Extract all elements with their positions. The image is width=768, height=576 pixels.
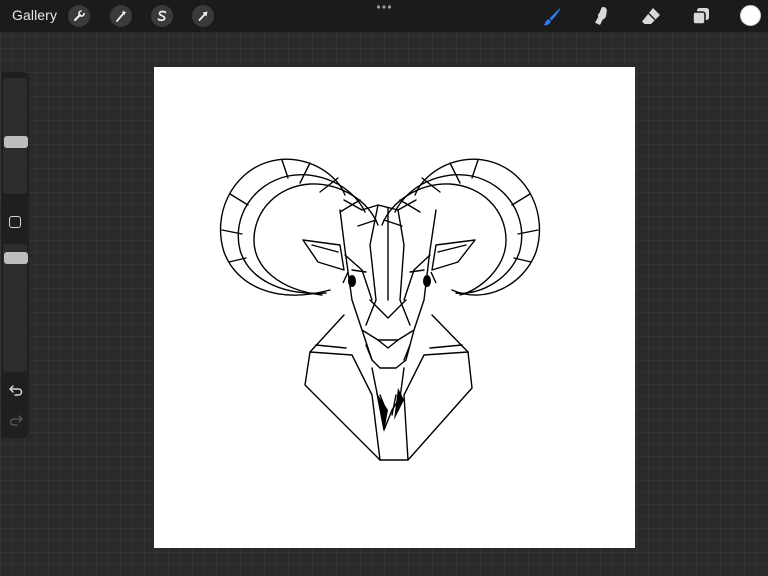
transform-button[interactable] [192,5,214,27]
redo-arrow-icon[interactable] [8,413,24,427]
drawing-canvas[interactable] [154,67,635,548]
wrench-icon [74,10,85,21]
more-dots-icon[interactable] [376,4,392,10]
left-sidebar [1,72,29,438]
color-picker-button[interactable] [740,5,761,26]
selection-button[interactable] [151,5,173,27]
gallery-button[interactable]: Gallery [12,7,57,23]
ram-head-artwork [219,158,541,461]
arrow-cursor-icon [198,11,208,21]
eraser-icon[interactable] [640,5,662,27]
modify-button[interactable] [9,216,21,228]
smudge-finger-icon[interactable] [590,5,612,27]
brush-size-handle[interactable] [4,136,28,148]
actions-button[interactable] [68,5,90,27]
brush-icon[interactable] [541,5,563,27]
opacity-handle[interactable] [4,252,28,264]
top-toolbar: Gallery [0,0,768,32]
magic-wand-icon [116,10,127,22]
undo-arrow-icon[interactable] [8,383,24,397]
adjustments-button[interactable] [110,5,132,27]
layers-icon[interactable] [690,5,712,27]
selection-s-icon [157,10,167,22]
